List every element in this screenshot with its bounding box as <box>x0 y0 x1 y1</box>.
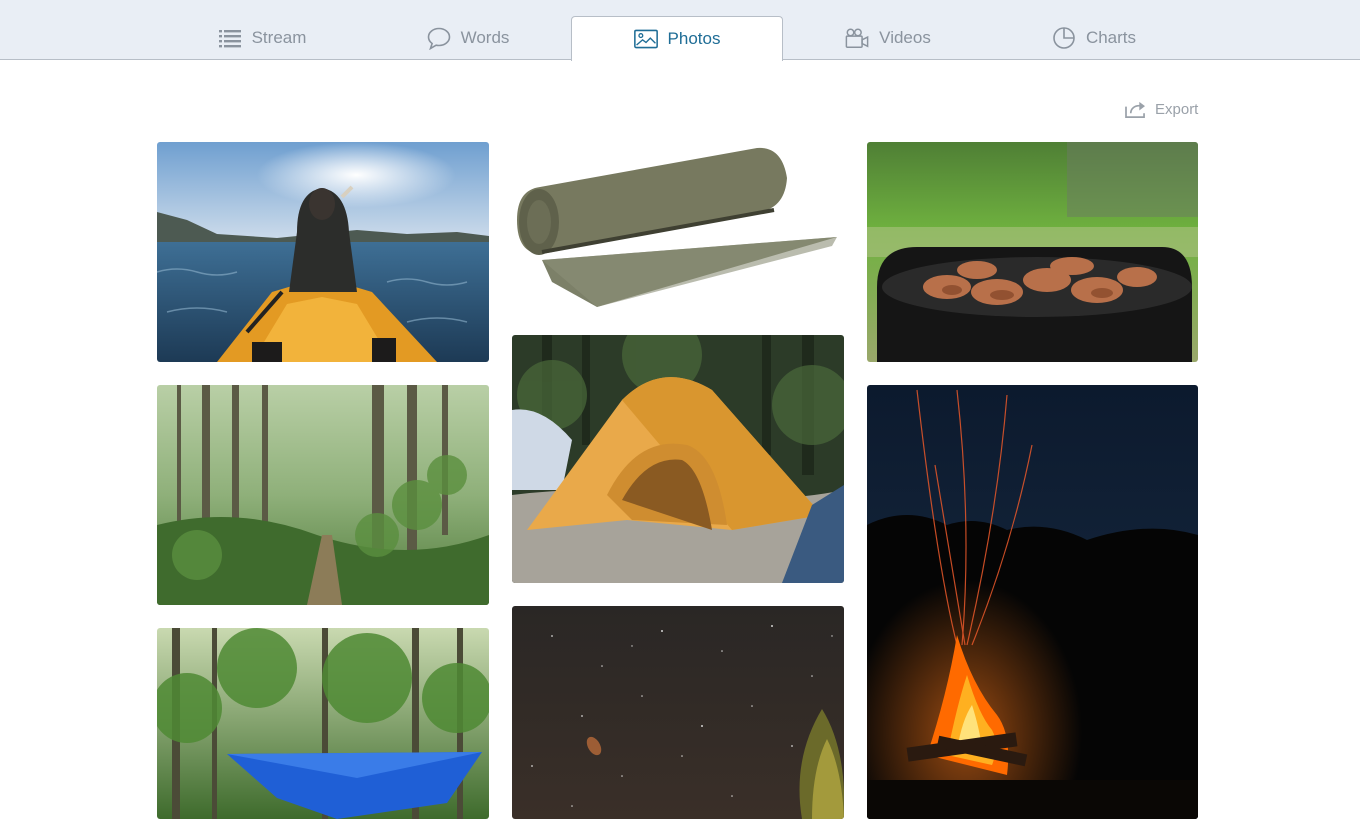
image-icon <box>633 27 658 51</box>
photo-kayak[interactable] <box>157 142 489 362</box>
tab-stream[interactable]: Stream <box>156 16 368 60</box>
share-icon <box>1125 101 1145 118</box>
tab-label: Charts <box>1085 28 1137 47</box>
tab-bar: Stream Words Photos Videos Charts <box>0 0 1360 61</box>
tab-words[interactable]: Words <box>362 16 574 60</box>
tab-label: Videos <box>879 28 931 47</box>
photo-tent[interactable] <box>512 335 844 583</box>
export-label: Export <box>1155 100 1199 118</box>
photo-forest-trail[interactable] <box>157 385 489 605</box>
photo-grill[interactable] <box>867 142 1198 362</box>
pie-chart-icon <box>1052 26 1076 50</box>
video-camera-icon <box>845 26 869 50</box>
photo-night-sky[interactable] <box>512 606 844 819</box>
tab-label: Photos <box>667 29 721 48</box>
tab-photos[interactable]: Photos <box>571 16 783 61</box>
tab-label: Stream <box>251 28 307 47</box>
speech-bubble-icon <box>427 26 451 50</box>
photo-sleeping-pad[interactable] <box>512 142 844 314</box>
tab-videos[interactable]: Videos <box>782 16 994 60</box>
export-button[interactable]: Export <box>1124 98 1198 120</box>
photo-campfire[interactable] <box>867 385 1198 819</box>
tab-label: Words <box>460 28 510 47</box>
photo-hammock-tarp[interactable] <box>157 628 489 819</box>
list-icon <box>218 26 242 50</box>
tab-charts[interactable]: Charts <box>988 16 1200 60</box>
